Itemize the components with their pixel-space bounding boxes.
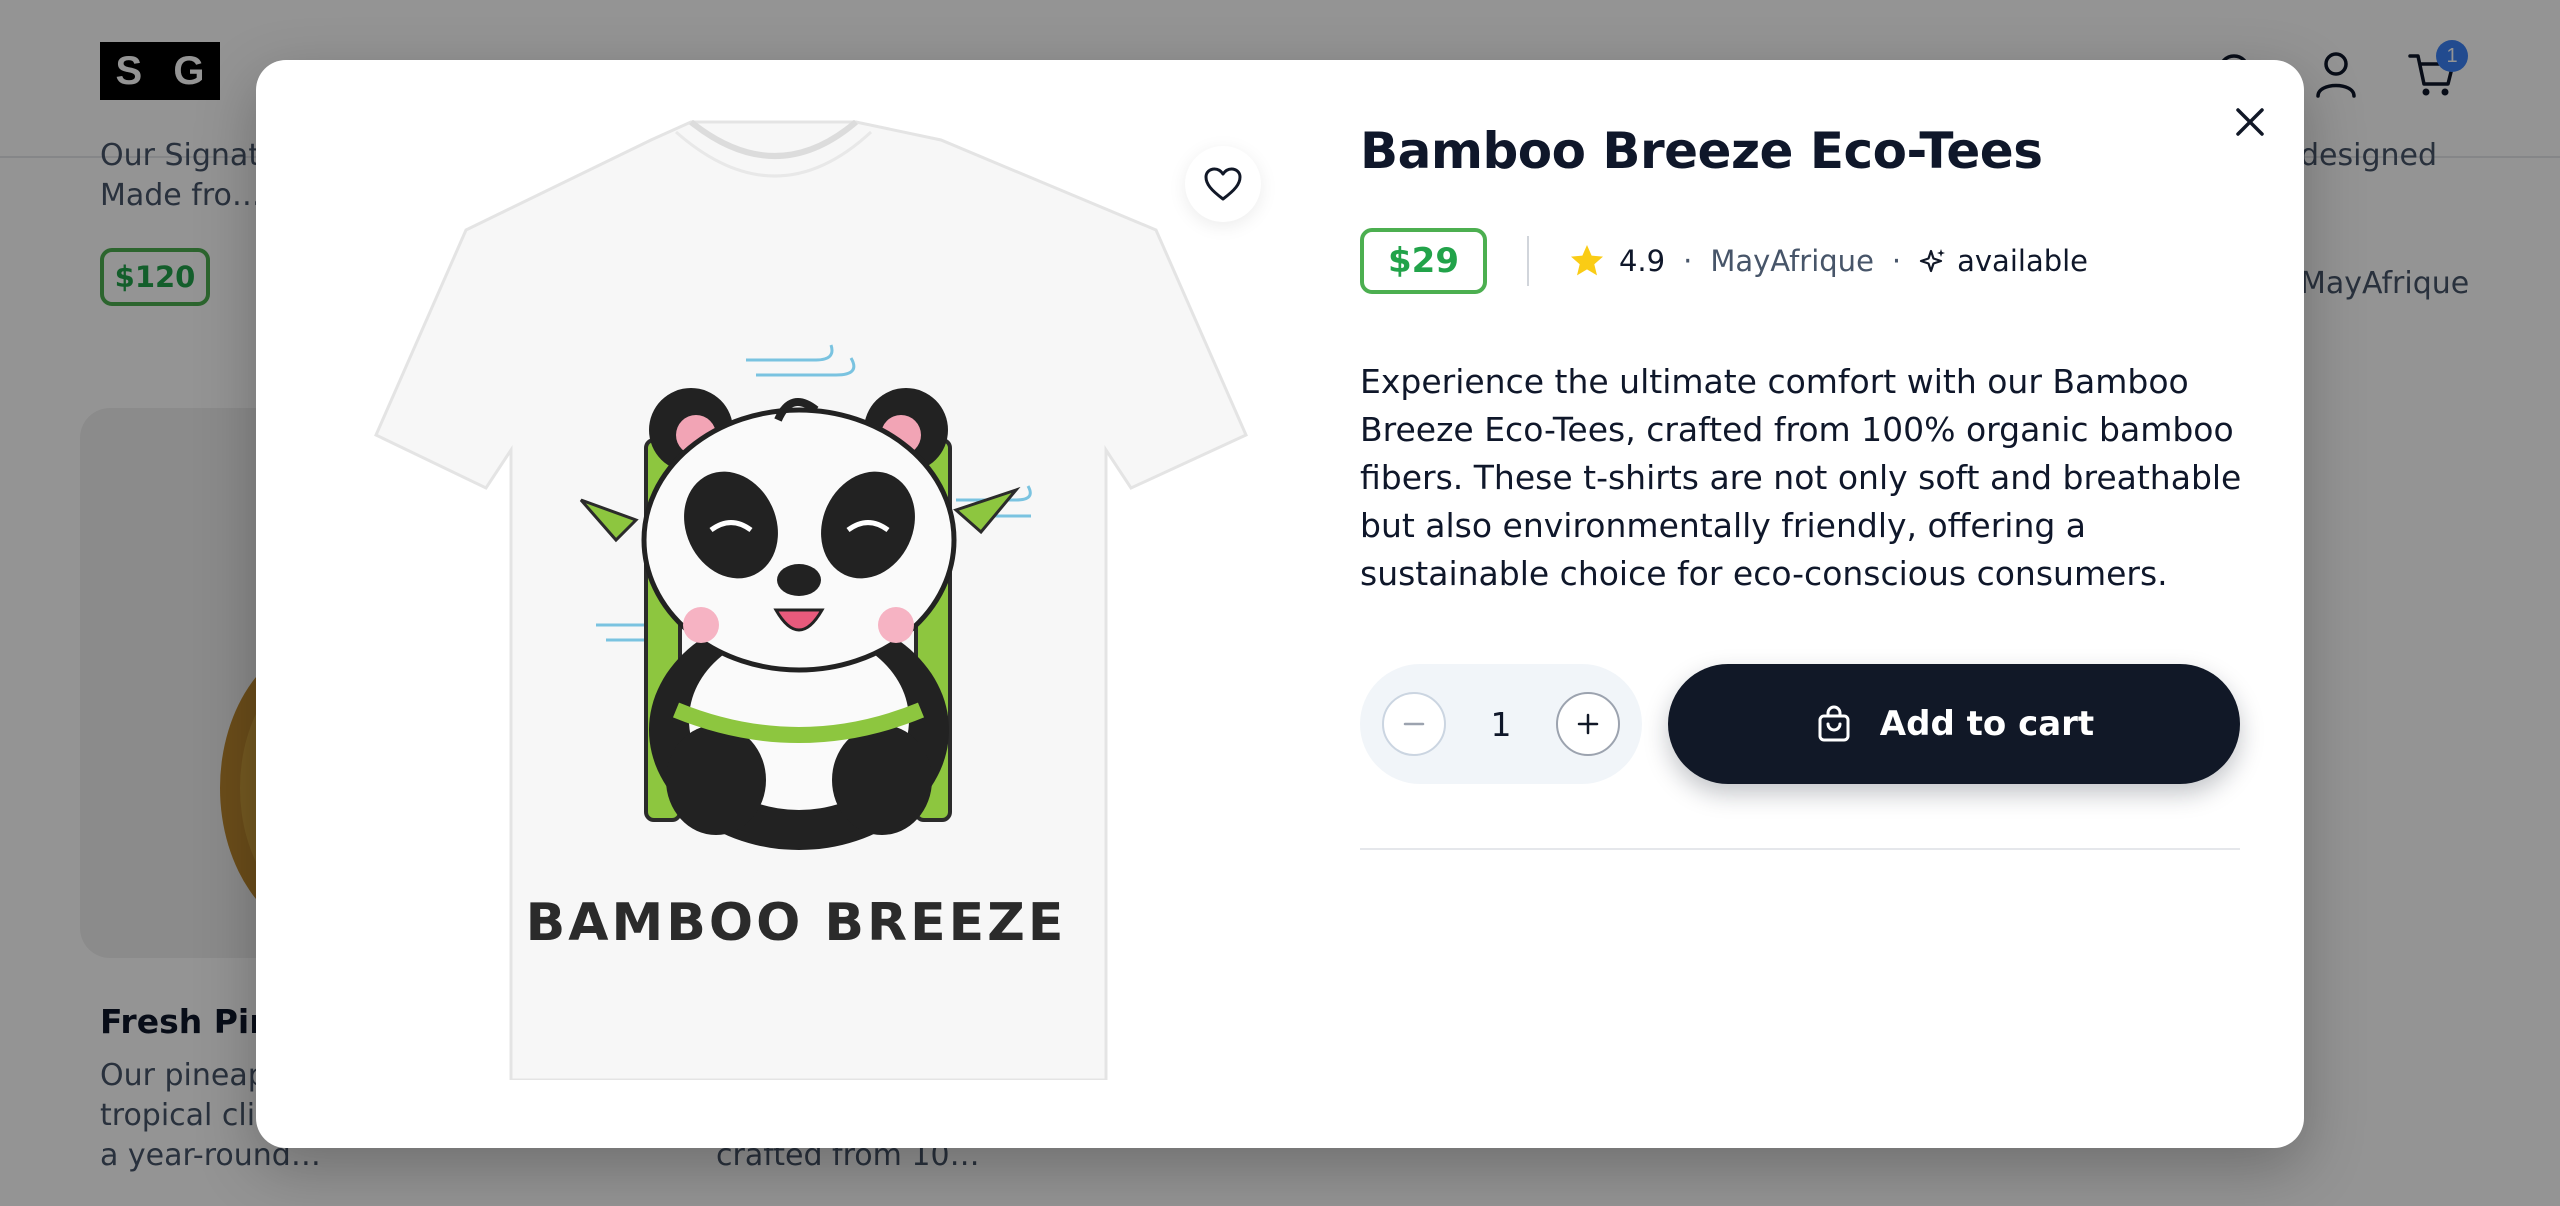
price-badge: $29 bbox=[1360, 228, 1487, 294]
quantity-value[interactable]: 1 bbox=[1491, 705, 1512, 744]
close-modal-button[interactable] bbox=[2222, 94, 2278, 150]
shopping-bag-icon bbox=[1818, 705, 1850, 742]
star-icon bbox=[1570, 245, 1603, 276]
product-title: Bamboo Breeze Eco-Tees bbox=[1360, 122, 2043, 180]
add-to-cart-button[interactable]: Add to cart bbox=[1668, 664, 2240, 784]
favorite-button[interactable] bbox=[1185, 146, 1261, 222]
product-quick-view-modal: BAMBOO BREEZE Bamboo Breeze Eco-Tees $29… bbox=[256, 60, 2304, 1148]
minus-icon bbox=[1403, 722, 1425, 726]
product-image: BAMBOO BREEZE bbox=[316, 119, 1276, 1082]
increase-quantity-button[interactable] bbox=[1556, 692, 1620, 756]
availability-status: available bbox=[1957, 244, 2089, 278]
section-divider bbox=[1360, 848, 2240, 850]
product-description: Experience the ultimate comfort with our… bbox=[1360, 362, 2242, 593]
meta-separator-dot: · bbox=[1683, 244, 1693, 278]
add-to-cart-label: Add to cart bbox=[1879, 704, 2095, 744]
sparkles-icon bbox=[1920, 249, 1946, 273]
plus-icon bbox=[1577, 713, 1599, 735]
close-icon bbox=[2236, 108, 2264, 136]
rating-value: 4.9 bbox=[1618, 244, 1666, 278]
product-meta-row: $29 4.9 · MayAfrique · available bbox=[1360, 228, 2088, 294]
meta-divider bbox=[1526, 236, 1529, 286]
decrease-quantity-button[interactable] bbox=[1382, 692, 1446, 756]
quantity-stepper: 1 bbox=[1360, 664, 1642, 784]
brand-name[interactable]: MayAfrique bbox=[1710, 244, 1874, 278]
meta-separator-dot: · bbox=[1891, 244, 1902, 278]
tshirt-image: BAMBOO BREEZE bbox=[374, 119, 1248, 1082]
heart-icon bbox=[1204, 167, 1242, 201]
shirt-print-text: BAMBOO BREEZE bbox=[526, 893, 1067, 953]
